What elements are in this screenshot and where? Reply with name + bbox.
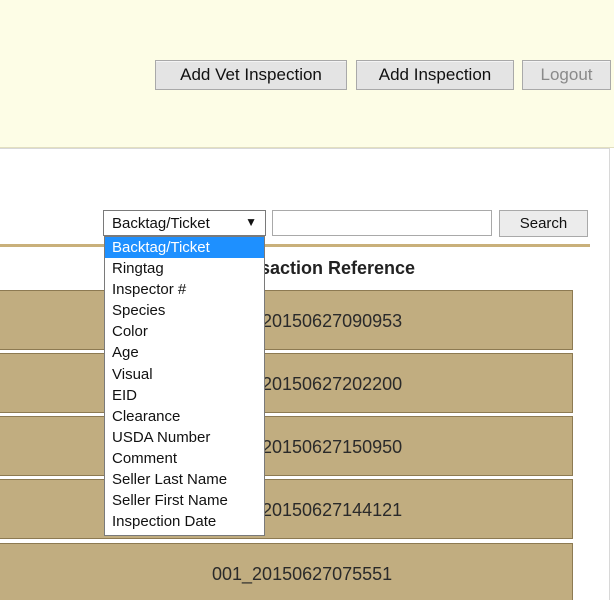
dropdown-option-inspection-date[interactable]: Inspection Date	[105, 511, 264, 532]
dropdown-option-ringtag[interactable]: Ringtag	[105, 258, 264, 279]
dropdown-option-inspector-number[interactable]: Inspector #	[105, 279, 264, 300]
dropdown-option-seller-first-name[interactable]: Seller First Name	[105, 490, 264, 511]
dropdown-option-eid[interactable]: EID	[105, 385, 264, 406]
table-row[interactable]: 20150627202200	[0, 353, 573, 413]
table-row[interactable]: 20150627090953	[0, 290, 573, 350]
dropdown-option-age[interactable]: Age	[105, 342, 264, 363]
table-row[interactable]: 001_20150627075551	[0, 543, 573, 600]
transaction-reference-cell: 20150627090953	[262, 311, 403, 331]
transaction-reference-cell: 20150627144121	[262, 500, 403, 520]
dropdown-option-usda-number[interactable]: USDA Number	[105, 427, 264, 448]
search-input[interactable]	[272, 210, 492, 236]
divider	[0, 244, 590, 247]
dropdown-option-species[interactable]: Species	[105, 300, 264, 321]
search-field-select-value: Backtag/Ticket	[112, 214, 210, 232]
dropdown-option-backtag-ticket[interactable]: Backtag/Ticket	[105, 237, 264, 259]
table-row[interactable]: 20150627150950	[0, 416, 573, 476]
dropdown-option-clearance[interactable]: Clearance	[105, 406, 264, 427]
search-field-select[interactable]: Backtag/Ticket ▼	[103, 210, 266, 236]
dropdown-option-seller-last-name[interactable]: Seller Last Name	[105, 469, 264, 490]
transaction-reference-cell: 20150627150950	[262, 437, 403, 457]
column-header-transaction-reference: saction Reference	[260, 258, 416, 278]
chevron-down-icon: ▼	[245, 215, 257, 229]
dropdown-option-comment[interactable]: Comment	[105, 448, 264, 469]
table-row[interactable]: 20150627144121	[0, 479, 573, 539]
header-bar: Add Vet Inspection Add Inspection Logout	[0, 0, 614, 148]
search-button[interactable]: Search	[499, 210, 588, 237]
search-field-dropdown-list: Backtag/Ticket Ringtag Inspector # Speci…	[104, 236, 265, 536]
logout-button[interactable]: Logout	[522, 60, 611, 90]
transaction-reference-cell: 001_20150627075551	[212, 564, 393, 584]
add-vet-inspection-button[interactable]: Add Vet Inspection	[155, 60, 347, 90]
dropdown-option-visual[interactable]: Visual	[105, 364, 264, 385]
transaction-reference-cell: 20150627202200	[262, 374, 403, 394]
add-inspection-button[interactable]: Add Inspection	[356, 60, 514, 90]
dropdown-option-color[interactable]: Color	[105, 321, 264, 342]
